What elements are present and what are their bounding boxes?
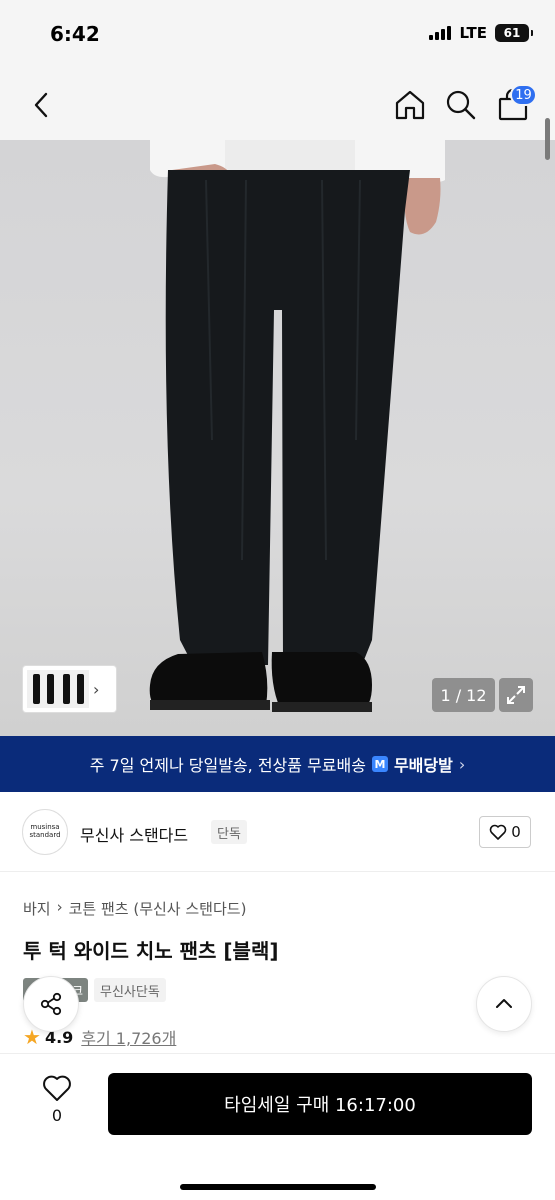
home-icon <box>395 90 425 120</box>
brand-like-count: 0 <box>511 823 521 841</box>
image-counter: 1 / 12 <box>432 678 495 712</box>
heart-icon <box>43 1075 71 1101</box>
bottom-action-bar: 0 타임세일 구매 16:17:00 <box>0 1053 555 1200</box>
scroll-top-button[interactable] <box>476 976 532 1032</box>
buy-button[interactable]: 타임세일 구매 16:17:00 <box>108 1073 532 1135</box>
promo-text: 주 7일 언제나 당일발송, 전상품 무료배송 <box>89 756 366 775</box>
app-header <box>0 70 555 140</box>
home-indicator <box>180 1184 376 1190</box>
chevron-right-icon: › <box>458 754 466 774</box>
wishlist-count: 0 <box>51 1106 63 1125</box>
network-label: LTE <box>459 24 487 42</box>
thumbnail-strip[interactable]: › <box>22 665 117 713</box>
signal-icon <box>429 26 452 40</box>
home-button[interactable] <box>393 88 427 122</box>
battery-icon: 61 <box>495 24 533 42</box>
expand-icon <box>507 686 525 704</box>
breadcrumb-item[interactable]: 바지 <box>23 898 51 919</box>
chevron-right-icon: › <box>56 898 63 916</box>
chevron-up-icon <box>496 999 512 1008</box>
promo-brand: 무배당발 <box>393 756 453 775</box>
exclusive-tag: 단독 <box>211 820 247 844</box>
cart-count-badge: 19 <box>510 84 537 106</box>
search-button[interactable] <box>445 88 477 122</box>
brand-like-button[interactable]: 0 <box>479 816 531 848</box>
breadcrumb: 바지 › 코튼 팬츠 (무신사 스탠다드) <box>23 898 246 919</box>
brand-name[interactable]: 무신사 스탠다드 <box>80 822 188 846</box>
status-icons: LTE 61 <box>429 24 533 42</box>
review-link[interactable]: 후기 1,726개 <box>81 1025 176 1049</box>
expand-button[interactable] <box>499 678 533 712</box>
product-title: 투 턱 와이드 치노 팬츠 [블랙] <box>23 939 279 963</box>
product-tag-exclusive: 무신사단독 <box>94 978 166 1002</box>
musinsa-m-icon: M <box>371 756 388 772</box>
status-bar: 6:42 LTE 61 <box>0 0 555 70</box>
scrollbar[interactable] <box>545 118 550 160</box>
thumbnail-image <box>27 670 89 708</box>
promo-banner[interactable]: 주 7일 언제나 당일발송, 전상품 무료배송 M 무배당발 › <box>0 736 555 792</box>
brand-row: musinsa standard 무신사 스탠다드 단독 0 <box>0 792 555 872</box>
share-button[interactable] <box>23 976 79 1032</box>
chevron-left-icon <box>34 92 48 118</box>
product-image[interactable]: › 1 / 12 <box>0 140 555 736</box>
wishlist-button[interactable]: 0 <box>36 1074 78 1134</box>
status-time: 6:42 <box>50 22 100 46</box>
share-icon <box>40 992 62 1016</box>
breadcrumb-item[interactable]: 코튼 팬츠 (무신사 스탠다드) <box>69 898 247 919</box>
search-icon <box>446 90 476 120</box>
back-button[interactable] <box>28 88 56 122</box>
brand-logo[interactable]: musinsa standard <box>22 809 68 855</box>
chevron-right-icon: › <box>93 679 100 699</box>
heart-icon <box>489 824 507 840</box>
product-photo <box>149 140 445 712</box>
brand-logo-line2: standard <box>29 831 61 839</box>
